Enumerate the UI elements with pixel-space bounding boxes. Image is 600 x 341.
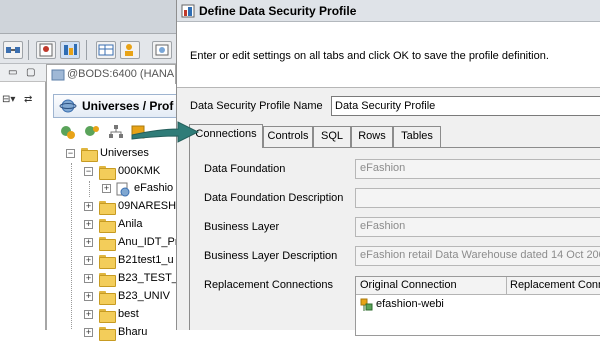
expand-icon[interactable]: + bbox=[84, 238, 93, 247]
profile-name-input[interactable] bbox=[331, 96, 600, 116]
define-data-security-profile-dialog: Define Data Security Profile Enter or ed… bbox=[176, 0, 600, 336]
assign-user-icon[interactable] bbox=[120, 41, 140, 59]
dialog-message-area: Enter or edit settings on all tabs and c… bbox=[177, 22, 600, 88]
expand-icon[interactable]: + bbox=[84, 220, 93, 229]
folder-icon bbox=[99, 327, 116, 341]
folder-icon bbox=[99, 291, 116, 305]
replacement-connections-label: Replacement Connections bbox=[204, 279, 334, 291]
business-layer-label: Business Layer bbox=[204, 221, 280, 233]
preferences-icon[interactable] bbox=[152, 41, 172, 59]
column-header-replacement[interactable]: Replacement Conne bbox=[510, 279, 600, 291]
dialog-title: Define Data Security Profile bbox=[199, 4, 357, 18]
folder-icon bbox=[81, 148, 98, 162]
data-foundation-description-label: Data Foundation Description bbox=[204, 192, 344, 204]
dialog-instructions: Enter or edit settings on all tabs and c… bbox=[190, 50, 549, 62]
data-foundation-description-field[interactable] bbox=[355, 188, 600, 208]
tab-controls[interactable]: Controls bbox=[263, 126, 313, 147]
dialog-titlebar[interactable]: Define Data Security Profile bbox=[177, 0, 600, 22]
folder-icon bbox=[99, 255, 116, 269]
callout-arrow-icon bbox=[131, 121, 200, 143]
dialog-body: Data Security Profile Name Connections C… bbox=[177, 88, 600, 336]
collapse-icon[interactable]: − bbox=[84, 167, 93, 176]
folder-icon bbox=[99, 201, 116, 215]
minimize-icon[interactable]: ▭ bbox=[8, 67, 17, 79]
folder-icon bbox=[99, 166, 116, 180]
replacement-connections-table: Original Connection Replacement Conne ef… bbox=[355, 276, 600, 336]
folder-icon bbox=[99, 237, 116, 251]
left-panel: ▭ ▢ ⊟▾ ⇄ bbox=[0, 64, 46, 330]
connection-icon bbox=[360, 298, 373, 311]
folder-icon bbox=[99, 219, 116, 233]
folder-icon bbox=[99, 309, 116, 323]
connect-icon[interactable] bbox=[3, 41, 23, 59]
collapse-all-icon[interactable]: ⊟▾ bbox=[2, 94, 15, 106]
universe-file-icon bbox=[116, 182, 130, 197]
table-row[interactable]: efashion-webi bbox=[356, 296, 600, 314]
expand-icon[interactable]: + bbox=[84, 328, 93, 337]
collapse-icon[interactable]: − bbox=[66, 149, 75, 158]
session-tab[interactable]: @BODS:6400 (HANA bbox=[46, 64, 176, 84]
profile-name-label: Data Security Profile Name bbox=[190, 100, 323, 112]
link-editor-icon[interactable]: ⇄ bbox=[24, 94, 32, 106]
security-profile-icon bbox=[181, 4, 195, 18]
top-strip bbox=[0, 0, 176, 34]
business-layer-description-label: Business Layer Description bbox=[204, 250, 338, 262]
table-header: Original Connection Replacement Conne bbox=[356, 277, 600, 295]
folder-icon bbox=[99, 273, 116, 287]
universe-icon bbox=[59, 99, 77, 113]
background-application-window: ▭ ▢ ⊟▾ ⇄ @BODS:6400 (HANA Universes / Pr… bbox=[0, 0, 181, 341]
tab-rows[interactable]: Rows bbox=[351, 126, 393, 147]
security-editor-icon[interactable] bbox=[36, 41, 56, 59]
tab-tables[interactable]: Tables bbox=[393, 126, 441, 147]
original-connection-cell: efashion-webi bbox=[376, 298, 444, 310]
insert-profile-icon[interactable] bbox=[83, 123, 101, 141]
insert-universe-icon[interactable] bbox=[59, 123, 77, 141]
expand-icon[interactable]: + bbox=[84, 274, 93, 283]
session-icon bbox=[51, 69, 65, 81]
tab-sql[interactable]: SQL bbox=[313, 126, 351, 147]
main-toolbar bbox=[0, 34, 176, 64]
data-security-icon[interactable] bbox=[60, 41, 80, 59]
connections-tab-pane: Data Foundation eFashion Data Foundation… bbox=[189, 147, 600, 336]
query-panel-icon[interactable] bbox=[96, 41, 116, 59]
hierarchy-icon[interactable] bbox=[107, 123, 125, 141]
data-foundation-field[interactable]: eFashion bbox=[355, 159, 600, 179]
expand-icon[interactable]: + bbox=[102, 184, 111, 193]
universes-panel-title: Universes / Prof bbox=[82, 99, 174, 113]
universes-panel-header: Universes / Prof bbox=[53, 94, 177, 118]
left-panel-header: ▭ ▢ bbox=[0, 64, 46, 82]
business-layer-field[interactable]: eFashion bbox=[355, 217, 600, 237]
data-foundation-label: Data Foundation bbox=[204, 163, 286, 175]
session-tab-label: @BODS:6400 (HANA bbox=[67, 68, 175, 80]
expand-icon[interactable]: + bbox=[84, 202, 93, 211]
expand-icon[interactable]: + bbox=[84, 292, 93, 301]
expand-icon[interactable]: + bbox=[84, 310, 93, 319]
expand-icon[interactable]: + bbox=[84, 256, 93, 265]
maximize-icon[interactable]: ▢ bbox=[26, 67, 35, 79]
tab-connections[interactable]: Connections bbox=[189, 124, 263, 148]
column-header-original[interactable]: Original Connection bbox=[360, 279, 457, 291]
business-layer-description-field[interactable]: eFashion retail Data Warehouse dated 14 … bbox=[355, 246, 600, 266]
